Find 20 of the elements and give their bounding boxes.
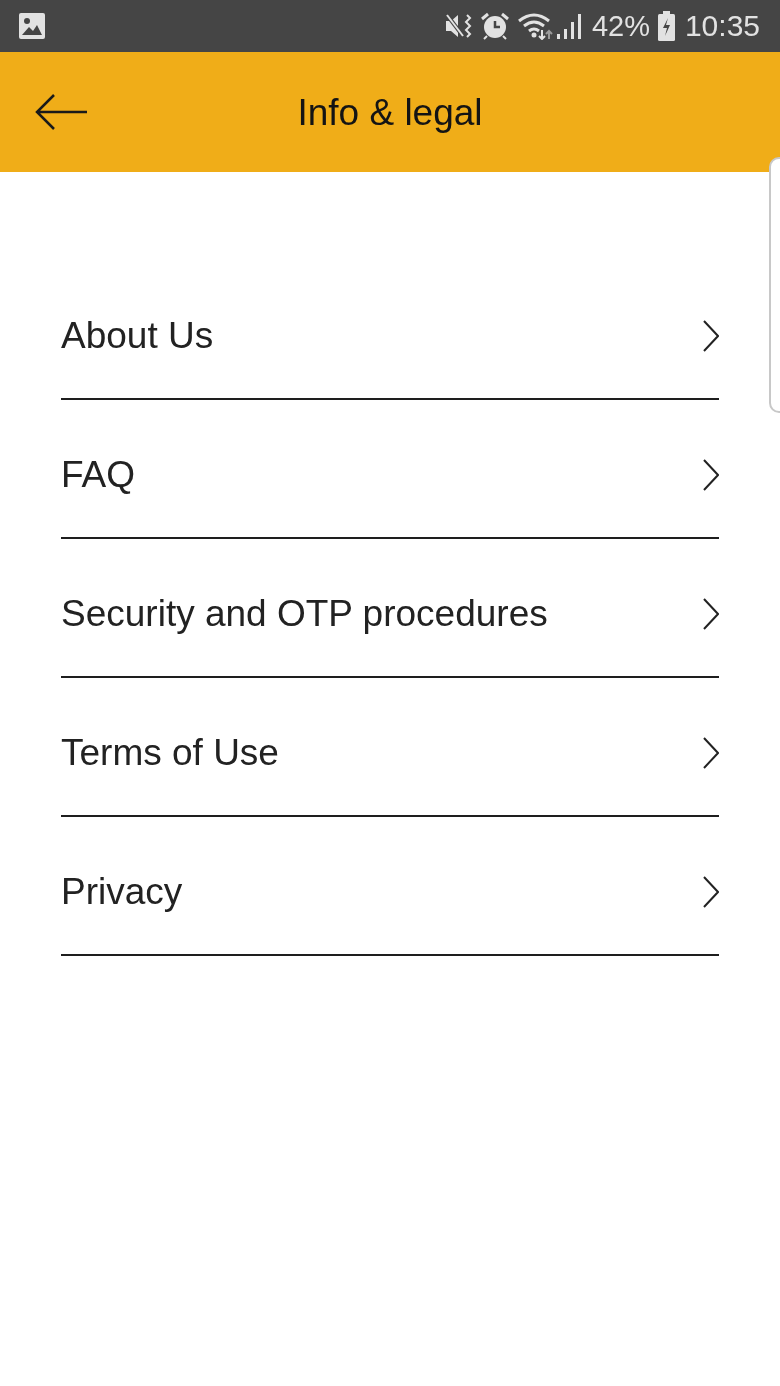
alarm-icon xyxy=(479,12,510,40)
back-arrow-icon xyxy=(34,93,88,131)
menu-item[interactable]: Security and OTP procedures xyxy=(61,539,719,678)
chevron-right-icon xyxy=(703,597,719,630)
mute-vibrate-icon xyxy=(443,12,474,40)
menu-item[interactable]: Privacy xyxy=(61,817,719,956)
wifi-icon xyxy=(517,12,554,40)
chevron-right-icon xyxy=(703,458,719,491)
battery-percent: 42% xyxy=(591,11,650,41)
screen-title: Info & legal xyxy=(297,93,483,131)
battery-charging-icon xyxy=(657,11,675,41)
menu-item[interactable]: About Us xyxy=(61,261,719,400)
image-icon xyxy=(18,12,46,40)
chevron-right-icon xyxy=(703,875,719,908)
menu-item[interactable]: Terms of Use xyxy=(61,678,719,817)
signal-icon xyxy=(555,12,582,40)
menu-item[interactable]: FAQ xyxy=(61,400,719,539)
chevron-right-icon xyxy=(703,736,719,769)
clock-time: 10:35 xyxy=(684,11,760,41)
chevron-right-icon xyxy=(703,319,719,352)
